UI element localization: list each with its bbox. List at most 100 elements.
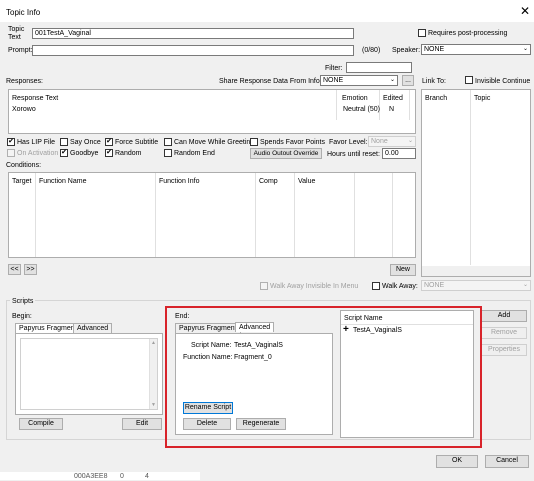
title-bar	[0, 0, 534, 22]
add-script-button[interactable]: Add	[481, 310, 527, 322]
scripts-label: Scripts	[10, 297, 36, 306]
column-divider	[294, 173, 295, 257]
chevron-down-icon: ⌄	[522, 46, 528, 52]
close-icon[interactable]: ✕	[518, 4, 532, 18]
properties-button[interactable]: Properties	[481, 344, 527, 356]
column-divider	[392, 173, 393, 257]
share-response-select[interactable]: NONE ⌄	[320, 75, 398, 86]
can-move-while-greeting-label: Can Move While Greeting	[174, 139, 255, 146]
favor-level-select[interactable]: None ⌄	[368, 136, 416, 147]
topic-text-input[interactable]: 001TestA_Vaginal	[32, 28, 354, 39]
column-header-edited[interactable]: Edited	[383, 94, 403, 103]
conditions-list[interactable]: Target Function Name Function Info Comp …	[8, 172, 416, 258]
force-subtitle-checkbox[interactable]: ✔	[105, 138, 113, 146]
column-header-branch[interactable]: Branch	[425, 94, 447, 103]
conditions-next-button[interactable]: >>	[24, 264, 37, 275]
walk-away-label: Walk Away:	[382, 283, 418, 290]
favor-level-label: Favor Level:	[329, 139, 368, 146]
scrollbar[interactable]: ▲ ▼	[149, 339, 157, 409]
column-header-value[interactable]: Value	[298, 177, 315, 186]
edit-button[interactable]: Edit	[122, 418, 162, 430]
on-activation-checkbox[interactable]	[7, 149, 15, 157]
walk-away-invisible-label: Walk Away Invisible In Menu	[270, 283, 359, 290]
random-end-label: Random End	[174, 150, 215, 157]
emotion-cell: Neutral (50)	[343, 106, 380, 113]
audio-output-override-button[interactable]: Audio Outout Override	[250, 148, 322, 159]
link-to-label: Link To:	[422, 78, 446, 85]
chevron-up-icon: ▲	[151, 340, 156, 346]
walk-away-invisible-checkbox[interactable]	[260, 282, 268, 290]
favor-level-value: None	[371, 138, 388, 145]
link-to-list[interactable]: Branch Topic	[421, 89, 531, 277]
share-response-label: Share Response Data From Info:	[219, 78, 322, 85]
column-header-emotion[interactable]: Emotion	[342, 94, 368, 103]
can-move-while-greeting-checkbox[interactable]	[164, 138, 172, 146]
spends-favor-points-checkbox[interactable]	[250, 138, 258, 146]
ok-button[interactable]: OK	[436, 455, 478, 468]
has-lip-file-checkbox[interactable]: ✔	[7, 138, 15, 146]
begin-tab-papyrus-fragment[interactable]: Papyrus Fragment	[15, 323, 81, 333]
begin-label: Begin:	[12, 313, 32, 320]
share-response-browse-button[interactable]: ...	[402, 75, 414, 86]
invisible-continue-label: Invisible Continue	[475, 78, 531, 85]
walk-away-checkbox[interactable]	[372, 282, 380, 290]
random-end-checkbox[interactable]	[164, 149, 172, 157]
topic-text-label: Topic Text	[8, 26, 25, 41]
highlight-box	[165, 306, 482, 448]
say-once-label: Say Once	[70, 139, 101, 146]
begin-tab-advanced[interactable]: Advanced	[73, 323, 113, 333]
column-header-response-text[interactable]: Response Text	[12, 94, 58, 103]
response-text-cell: Xorowo	[12, 106, 36, 113]
prompt-input[interactable]	[32, 45, 354, 56]
requires-post-processing-checkbox[interactable]	[418, 29, 426, 37]
begin-fragment-editor[interactable]: ▲ ▼	[20, 338, 158, 410]
column-divider	[255, 173, 256, 257]
goodbye-checkbox[interactable]: ✔	[60, 149, 68, 157]
column-header-function-name[interactable]: Function Name	[39, 177, 86, 186]
hours-until-reset-label: Hours until reset:	[327, 151, 380, 158]
share-response-value: NONE	[323, 77, 344, 84]
filter-input[interactable]	[346, 62, 412, 73]
remove-script-button[interactable]: Remove	[481, 327, 527, 339]
force-subtitle-label: Force Subtitle	[115, 139, 159, 146]
chevron-down-icon: ⌄	[407, 138, 413, 144]
say-once-checkbox[interactable]	[60, 138, 68, 146]
speaker-label: Speaker:	[392, 47, 421, 54]
walk-away-value: NONE	[424, 282, 445, 289]
speaker-select[interactable]: NONE ⌄	[421, 44, 531, 55]
goodbye-label: Goodbye	[70, 150, 99, 157]
conditions-prev-button[interactable]: <<	[8, 264, 21, 275]
chevron-down-icon: ⌄	[522, 282, 528, 288]
random-checkbox[interactable]: ✔	[105, 149, 113, 157]
on-activation-label: On Activation	[17, 150, 59, 157]
conditions-new-button[interactable]: New	[390, 264, 416, 276]
responses-list[interactable]: Response Text Emotion Edited Xorowo Neut…	[8, 89, 416, 134]
prompt-label: Prompt:	[8, 47, 33, 54]
spends-favor-points-label: Spends Favor Points	[260, 139, 325, 146]
walk-away-select[interactable]: NONE ⌄	[421, 280, 531, 291]
cancel-button[interactable]: Cancel	[485, 455, 529, 468]
conditions-label: Conditions:	[6, 162, 42, 169]
window-title: Topic Info	[6, 8, 41, 17]
column-divider	[470, 90, 471, 265]
scrollbar-track[interactable]	[422, 266, 530, 276]
column-header-target[interactable]: Target	[12, 177, 31, 186]
filter-label: Filter:	[325, 65, 343, 72]
compile-button[interactable]: Compile	[19, 418, 63, 430]
has-lip-file-label: Has LIP File	[17, 139, 55, 146]
column-divider	[35, 173, 36, 257]
column-header-comp[interactable]: Comp	[259, 177, 278, 186]
random-label: Random	[115, 150, 142, 157]
column-divider	[354, 173, 355, 257]
table-row[interactable]: Xorowo Neutral (50) N	[9, 105, 415, 115]
hours-until-reset-input[interactable]: 0.00	[382, 148, 416, 159]
column-header-topic[interactable]: Topic	[474, 94, 490, 103]
column-divider	[155, 173, 156, 257]
chevron-down-icon: ▼	[151, 402, 156, 408]
prompt-counter: (0/80)	[362, 47, 381, 54]
invisible-continue-checkbox[interactable]	[465, 76, 473, 84]
requires-post-processing-label: Requires post-processing	[428, 30, 508, 37]
speaker-value: NONE	[424, 46, 445, 53]
column-header-function-info[interactable]: Function Info	[159, 177, 199, 186]
background-row: 000A3EE8 0 4	[0, 472, 200, 480]
